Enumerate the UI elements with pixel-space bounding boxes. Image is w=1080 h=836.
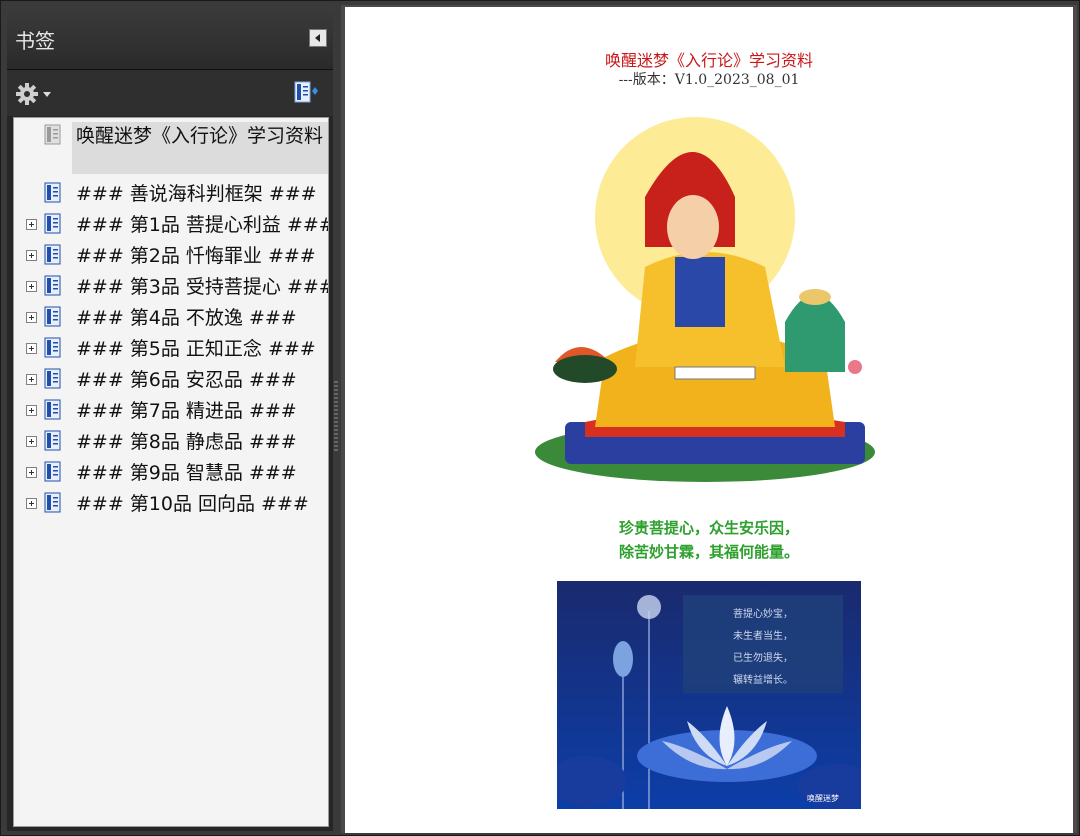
bookmark-label: ### 第7品 精进品 ### [76,400,297,422]
expand-icon[interactable] [26,405,37,416]
bookmark-label: ### 第1品 菩提心利益 ### [76,214,329,236]
bookmark-icon [44,275,62,297]
sidebar-toolbar [7,70,333,116]
new-bookmark-button[interactable] [293,80,321,106]
bookmark-item[interactable]: ### 第1品 菩提心利益 ### [14,211,329,241]
bookmark-item[interactable]: ### 第7品 精进品 ### [14,397,328,427]
bookmark-item[interactable]: ### 第3品 受持菩提心 ### [14,273,329,303]
bookmark-item[interactable]: ### 第2品 忏悔罪业 ### [14,242,328,272]
bookmarks-sidebar: 书签 唤醒迷梦《入行论》学习资料 ### 善说海科判框架 ### ### 第1品… [7,7,333,831]
expand-icon[interactable] [26,498,37,509]
expand-icon[interactable] [26,436,37,447]
expand-icon[interactable] [26,343,37,354]
app-window: 书签 唤醒迷梦《入行论》学习资料 ### 善说海科判框架 ### ### 第1品… [0,0,1080,836]
expand-icon[interactable] [26,467,37,478]
bookmark-item[interactable]: ### 第9品 智慧品 ### [14,459,328,489]
bookmark-label: ### 第10品 回向品 ### [76,493,309,515]
bookmark-label: ### 第6品 安忍品 ### [76,369,297,391]
bookmark-icon [44,182,62,204]
master-illustration: 唤醒迷梦 [535,117,875,482]
svg-text:菩提心妙宝，: 菩提心妙宝， [733,607,793,620]
splitter-handle[interactable] [334,381,338,451]
chevron-down-icon [43,92,51,97]
sidebar-header: 书签 [7,7,333,70]
bookmark-label: ### 第3品 受持菩提心 ### [76,276,329,298]
bookmark-icon [44,306,62,328]
lotus-poem-image: 菩提心妙宝， 未生者当生， 已生勿退失， 辗转益增长。 唤醒迷梦 [557,581,861,809]
lotus-watermark: 唤醒迷梦 [807,793,839,803]
document-page: 唤醒迷梦《入行论》学习资料 ---版本：V1.0_2023_08_01 唤醒迷梦 [345,7,1073,833]
bookmark-icon [44,430,62,452]
svg-text:辗转益增长。: 辗转益增长。 [733,673,793,686]
bookmark-item[interactable]: 唤醒迷梦《入行论》学习资料 [14,122,328,176]
svg-text:已生勿退失，: 已生勿退失， [733,651,793,664]
svg-text:未生者当生，: 未生者当生， [733,629,793,642]
bookmark-label: ### 第4品 不放逸 ### [76,307,297,329]
document-version: ---版本：V1.0_2023_08_01 [618,72,800,88]
bookmark-item[interactable]: ### 善说海科判框架 ### [14,180,328,210]
expand-icon[interactable] [26,250,37,261]
options-menu-button[interactable] [15,82,55,106]
bookmark-icon [44,461,62,483]
verse-line-1: 珍贵菩提心，众生安乐因， [618,519,799,537]
bookmark-icon [44,399,62,421]
bookmark-item[interactable]: ### 第4品 不放逸 ### [14,304,328,334]
expand-icon[interactable] [26,312,37,323]
new-bookmark-icon [294,81,318,103]
bookmark-item[interactable]: ### 第10品 回向品 ### [14,490,328,520]
gear-icon [16,83,38,105]
bookmark-icon [44,368,62,390]
bookmark-label: ### 第2品 忏悔罪业 ### [76,245,316,267]
document-viewport[interactable]: 唤醒迷梦《入行论》学习资料 ---版本：V1.0_2023_08_01 唤醒迷梦 [341,5,1077,833]
bookmark-tree: 唤醒迷梦《入行论》学习资料 ### 善说海科判框架 ### ### 第1品 菩提心利… [13,117,329,827]
bookmark-item[interactable]: ### 第6品 安忍品 ### [14,366,328,396]
document-title: 唤醒迷梦《入行论》学习资料 [604,51,813,70]
collapse-sidebar-button[interactable] [309,29,327,47]
verse-line-2: 除苦妙甘霖，其福何能量。 [618,543,799,561]
bookmark-label: ### 第9品 智慧品 ### [76,462,297,484]
bookmark-label: ### 第8品 静虑品 ### [76,431,297,453]
expand-icon[interactable] [26,281,37,292]
bookmark-item[interactable]: ### 第8品 静虑品 ### [14,428,328,458]
bookmark-label: ### 第5品 正知正念 ### [76,338,316,360]
bookmark-icon [44,492,62,514]
bookmark-label: ### 善说海科判框架 ### [76,183,317,205]
bookmark-icon [44,124,62,146]
illustration-watermark: 唤醒迷梦 [825,471,857,481]
bookmark-icon [44,244,62,266]
bookmark-label: 唤醒迷梦《入行论》学习资料 [76,125,324,147]
bookmark-item[interactable]: ### 第5品 正知正念 ### [14,335,328,365]
bookmark-icon [44,337,62,359]
expand-icon[interactable] [26,374,37,385]
expand-icon[interactable] [26,219,37,230]
bookmark-icon [44,213,62,235]
sidebar-title: 书签 [15,29,55,53]
